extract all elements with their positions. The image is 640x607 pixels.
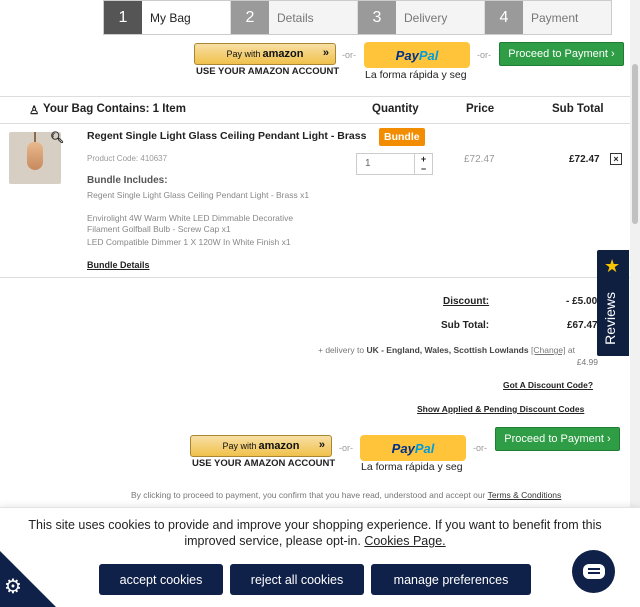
disclaimer-text: By clicking to proceed to payment, you c… bbox=[131, 490, 486, 500]
subtotal-header: Sub Total bbox=[552, 103, 604, 115]
bundle-details-link[interactable]: Bundle Details bbox=[87, 260, 150, 270]
quantity-stepper[interactable]: 1 + − bbox=[356, 153, 433, 175]
step-details[interactable]: 2 Details bbox=[231, 1, 358, 34]
step-label: Delivery bbox=[404, 10, 448, 25]
bundle-item: LED Compatible Dimmer 1 X 120W In White … bbox=[87, 237, 291, 247]
delivery-region: UK - England, Wales, Scottish Lowlands bbox=[366, 345, 529, 355]
quantity-input[interactable]: 1 bbox=[365, 158, 371, 169]
star-icon: ★ bbox=[604, 256, 621, 276]
delivery-info: + delivery to UK - England, Wales, Scott… bbox=[318, 344, 608, 368]
minus-icon[interactable]: − bbox=[415, 164, 432, 174]
step-delivery[interactable]: 3 Delivery bbox=[358, 1, 485, 34]
paypal-button-bottom[interactable]: Pay Pal bbox=[360, 435, 466, 461]
divider bbox=[0, 277, 630, 278]
zoom-icon[interactable]: 🔍︎ bbox=[50, 131, 64, 144]
unit-price: £72.47 bbox=[464, 154, 495, 165]
amazon-pay-prefix: Pay with bbox=[226, 49, 261, 59]
step-number: 2 bbox=[231, 1, 269, 34]
discount-value: - £5.00 bbox=[566, 296, 598, 307]
step-payment[interactable]: 4 Payment bbox=[485, 1, 611, 34]
chat-button[interactable] bbox=[572, 550, 615, 593]
bundle-item: Envirolight 4W Warm White LED Dimmable D… bbox=[87, 213, 294, 234]
or-separator: -or- bbox=[473, 443, 487, 453]
scrollbar-thumb[interactable] bbox=[632, 64, 638, 224]
paypal-subtitle: La forma rápida y seg bbox=[365, 69, 467, 81]
amazon-pay-button-top[interactable]: Pay with amazon » bbox=[194, 43, 336, 65]
checkout-steps: 1 My Bag 2 Details 3 Delivery 4 Payment bbox=[103, 0, 612, 35]
line-subtotal: £72.47 bbox=[569, 154, 600, 165]
chat-bubble-icon bbox=[582, 564, 605, 579]
basket-icon: ♙ bbox=[29, 105, 40, 117]
paypal-logo-pay: Pay bbox=[391, 440, 415, 456]
accept-cookies-button[interactable]: accept cookies bbox=[99, 564, 223, 595]
reviews-tab[interactable]: ★ Reviews bbox=[597, 250, 629, 356]
quantity-spinner[interactable]: + − bbox=[414, 154, 432, 174]
discount-label[interactable]: Discount: bbox=[443, 296, 489, 307]
paypal-logo-pal: Pal bbox=[418, 47, 439, 63]
paypal-logo-pal: Pal bbox=[414, 440, 435, 456]
chevron-right-icon: » bbox=[318, 439, 325, 451]
divider bbox=[0, 123, 630, 124]
amazon-subtitle: USE YOUR AMAZON ACCOUNT bbox=[196, 66, 340, 77]
change-delivery-link[interactable]: [Change] bbox=[531, 345, 566, 355]
quantity-header: Quantity bbox=[372, 103, 419, 115]
step-label: My Bag bbox=[150, 10, 191, 25]
bundle-includes-heading: Bundle Includes: bbox=[87, 175, 168, 186]
divider bbox=[0, 96, 630, 97]
bundle-badge: Bundle bbox=[379, 128, 425, 146]
amazon-logo: amazon bbox=[262, 48, 304, 60]
bag-title: Your Bag Contains: 1 Item bbox=[43, 103, 186, 115]
proceed-to-payment-button-bottom[interactable]: Proceed to Payment › bbox=[495, 427, 620, 451]
bag-table-header: ♙ Your Bag Contains: 1 Item Quantity Pri… bbox=[0, 101, 630, 119]
bundle-item: Regent Single Light Glass Ceiling Pendan… bbox=[87, 190, 310, 200]
cookies-page-link[interactable]: Cookies Page. bbox=[364, 534, 445, 548]
subtotal-value: £67.47 bbox=[567, 320, 598, 331]
terms-disclaimer: By clicking to proceed to payment, you c… bbox=[131, 490, 561, 500]
product-name[interactable]: Regent Single Light Glass Ceiling Pendan… bbox=[87, 130, 366, 142]
step-number: 1 bbox=[104, 1, 142, 34]
delivery-suffix: at bbox=[567, 345, 575, 355]
delivery-price: £4.99 bbox=[576, 357, 598, 367]
or-separator: -or- bbox=[342, 50, 356, 60]
step-label: Details bbox=[277, 10, 314, 25]
or-separator: -or- bbox=[339, 443, 353, 453]
proceed-to-payment-button-top[interactable]: Proceed to Payment › bbox=[499, 42, 624, 66]
cookie-banner: This site uses cookies to provide and im… bbox=[0, 507, 640, 607]
remove-item-icon[interactable]: × bbox=[610, 153, 622, 165]
gear-icon[interactable]: ⚙ bbox=[4, 574, 22, 599]
step-my-bag[interactable]: 1 My Bag bbox=[104, 1, 231, 34]
reviews-label: Reviews bbox=[602, 292, 618, 345]
step-number: 4 bbox=[485, 1, 523, 34]
product-code: Product Code: 410637 bbox=[87, 154, 168, 163]
terms-link[interactable]: Terms & Conditions bbox=[488, 490, 562, 500]
or-separator: -or- bbox=[477, 50, 491, 60]
step-number: 3 bbox=[358, 1, 396, 34]
discount-code-link[interactable]: Got A Discount Code? bbox=[503, 380, 593, 390]
reject-cookies-button[interactable]: reject all cookies bbox=[230, 564, 364, 595]
delivery-prefix: + delivery to bbox=[318, 345, 365, 355]
show-discount-codes-link[interactable]: Show Applied & Pending Discount Codes bbox=[417, 404, 584, 414]
manage-preferences-button[interactable]: manage preferences bbox=[371, 564, 531, 595]
subtotal-label: Sub Total: bbox=[441, 320, 490, 331]
paypal-subtitle: La forma rápida y seg bbox=[361, 461, 463, 473]
plus-icon[interactable]: + bbox=[415, 154, 432, 164]
step-label: Payment bbox=[531, 10, 579, 25]
paypal-logo-pay: Pay bbox=[395, 47, 419, 63]
pendant-shade bbox=[27, 142, 43, 170]
amazon-logo: amazon bbox=[258, 440, 300, 452]
amazon-subtitle: USE YOUR AMAZON ACCOUNT bbox=[192, 458, 336, 469]
amazon-pay-button-bottom[interactable]: Pay with amazon » bbox=[190, 435, 332, 457]
paypal-button-top[interactable]: Pay Pal bbox=[364, 42, 470, 68]
price-header: Price bbox=[466, 103, 495, 115]
amazon-pay-prefix: Pay with bbox=[222, 441, 257, 451]
cookie-text: This site uses cookies to provide and im… bbox=[28, 518, 602, 548]
chevron-right-icon: » bbox=[322, 47, 329, 59]
cookie-message: This site uses cookies to provide and im… bbox=[10, 517, 620, 549]
